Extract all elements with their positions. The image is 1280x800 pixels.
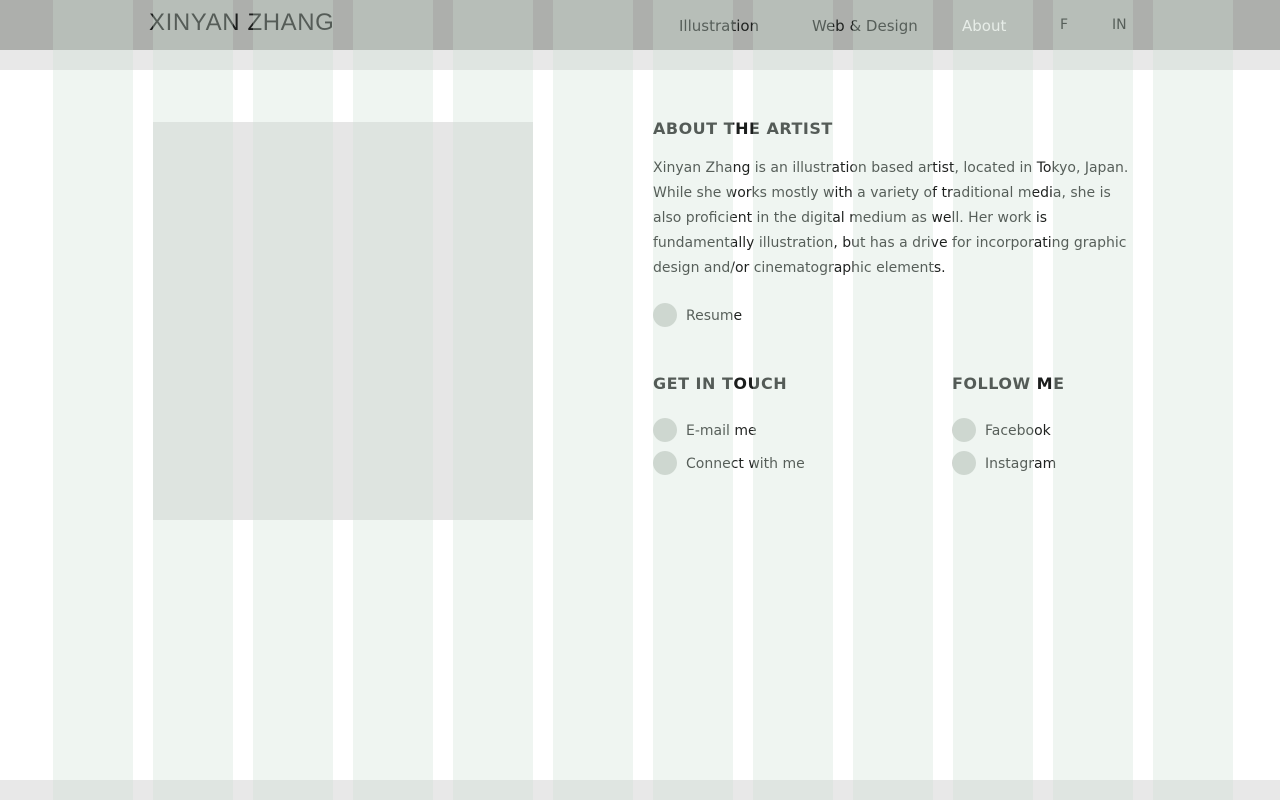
about-heading: ABOUT THE ARTIST [653, 119, 833, 138]
site-logo[interactable]: XINYAN ZHANG [149, 9, 334, 37]
nav-web-design[interactable]: Web & Design [812, 17, 918, 35]
connect-label: Connect with me [686, 456, 805, 472]
instagram-link[interactable]: Instagram [952, 451, 1056, 475]
email-link[interactable]: E-mail me [653, 418, 757, 442]
grid-column [1053, 0, 1133, 800]
email-label: E-mail me [686, 423, 757, 439]
facebook-label: Facebook [985, 423, 1051, 439]
nav-facebook-link[interactable]: F [1060, 17, 1068, 33]
get-in-touch-heading: GET IN TOUCH [653, 374, 788, 393]
nav-about[interactable]: About [962, 17, 1006, 35]
site-header: XINYAN ZHANG Illustration Web & Design A… [0, 0, 1280, 50]
facebook-link[interactable]: Facebook [952, 418, 1051, 442]
connect-link[interactable]: Connect with me [653, 451, 805, 475]
nav-instagram-link[interactable]: IN [1112, 17, 1127, 33]
resume-link[interactable]: Resume [653, 303, 742, 327]
instagram-label: Instagram [985, 456, 1057, 472]
circle-bullet-icon [952, 418, 976, 442]
resume-label: Resume [686, 308, 743, 324]
circle-bullet-icon [952, 451, 976, 475]
follow-me-heading: FOLLOW ME [952, 374, 1065, 393]
circle-bullet-icon [653, 418, 677, 442]
nav-illustration[interactable]: Illustration [679, 17, 759, 35]
top-margin-band [0, 50, 1280, 70]
grid-column [1153, 0, 1233, 800]
grid-column [553, 0, 633, 800]
grid-column [53, 0, 133, 800]
bottom-margin-band [0, 780, 1280, 800]
artist-bio: Xinyan Zhang is an illustration based ar… [653, 160, 1129, 276]
grid-column [953, 0, 1033, 800]
artist-portrait-placeholder [153, 122, 533, 520]
about-page: XINYAN ZHANG Illustration Web & Design A… [0, 0, 1280, 800]
circle-bullet-icon [653, 303, 677, 327]
grid-column [853, 0, 933, 800]
circle-bullet-icon [653, 451, 677, 475]
